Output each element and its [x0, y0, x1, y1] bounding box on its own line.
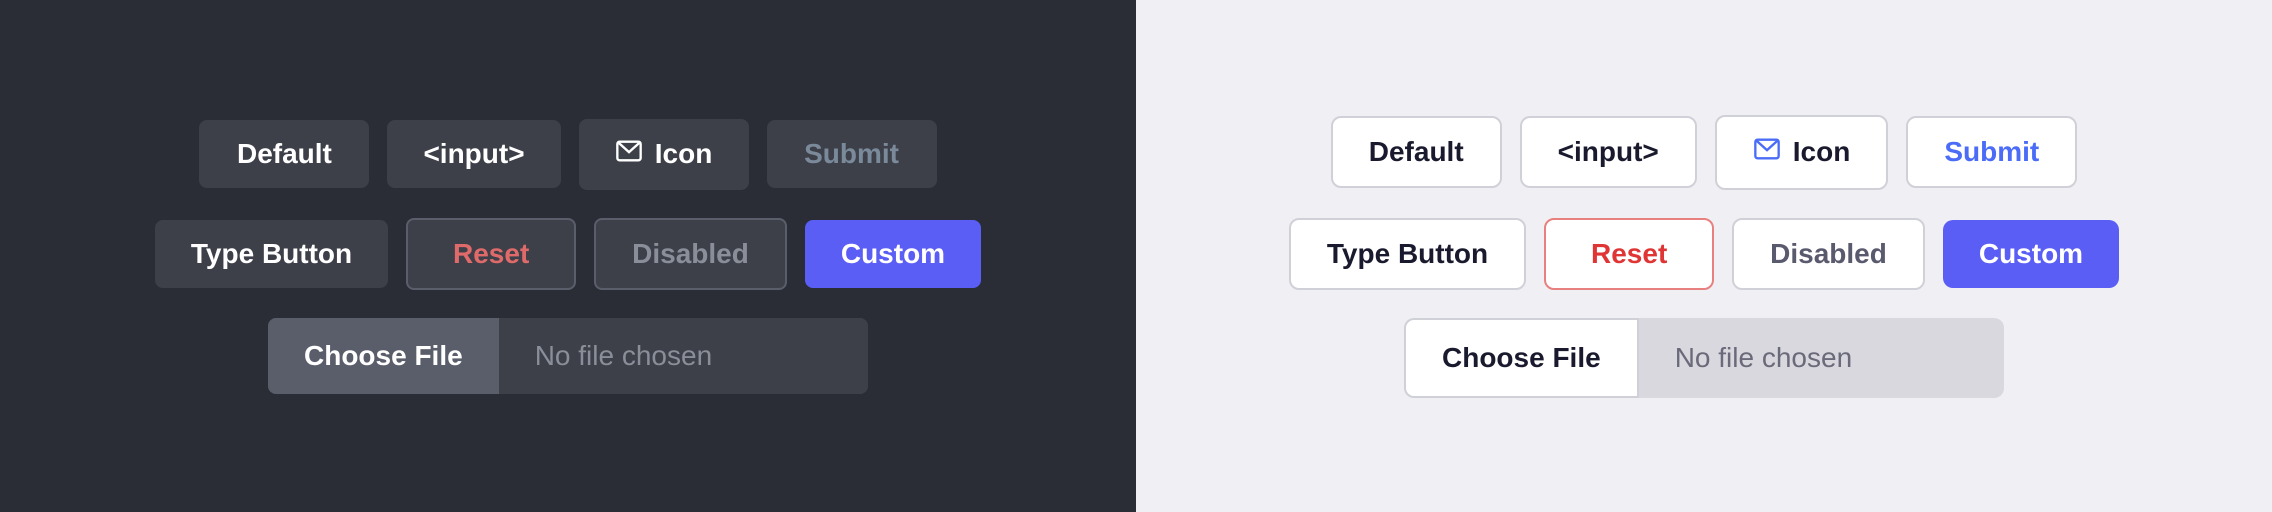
light-file-row: Choose File No file chosen [1404, 318, 2004, 398]
mail-icon-light [1753, 135, 1781, 170]
dark-icon-button-label: Icon [655, 138, 713, 170]
dark-file-row: Choose File No file chosen [268, 318, 868, 394]
light-file-input-wrapper: Choose File No file chosen [1404, 318, 2004, 398]
dark-row-1: Default <input> Icon Submit [199, 119, 936, 190]
light-default-button[interactable]: Default [1331, 116, 1502, 188]
light-no-file-label: No file chosen [1639, 320, 2004, 396]
light-row-1: Default <input> Icon Submit [1331, 115, 2077, 190]
light-reset-button[interactable]: Reset [1544, 218, 1714, 290]
light-icon-button[interactable]: Icon [1715, 115, 1889, 190]
dark-reset-button[interactable]: Reset [406, 218, 576, 290]
dark-disabled-button[interactable]: Disabled [594, 218, 787, 290]
light-disabled-button[interactable]: Disabled [1732, 218, 1925, 290]
light-submit-button[interactable]: Submit [1906, 116, 2077, 188]
dark-panel: Default <input> Icon Submit Type Button … [0, 0, 1136, 512]
dark-file-input-wrapper: Choose File No file chosen [268, 318, 868, 394]
dark-row-2: Type Button Reset Disabled Custom [155, 218, 981, 290]
dark-type-button[interactable]: Type Button [155, 220, 388, 288]
dark-choose-file-button[interactable]: Choose File [268, 318, 499, 394]
light-row-2: Type Button Reset Disabled Custom [1289, 218, 2119, 290]
light-panel: Default <input> Icon Submit Type Button … [1136, 0, 2272, 512]
dark-input-button[interactable]: <input> [387, 120, 560, 188]
dark-icon-button[interactable]: Icon [579, 119, 749, 190]
dark-default-button[interactable]: Default [199, 120, 369, 188]
dark-submit-button[interactable]: Submit [767, 120, 937, 188]
light-choose-file-button[interactable]: Choose File [1404, 318, 1639, 398]
light-custom-button[interactable]: Custom [1943, 220, 2119, 288]
dark-custom-button[interactable]: Custom [805, 220, 981, 288]
light-icon-button-label: Icon [1793, 136, 1851, 168]
dark-no-file-label: No file chosen [499, 318, 868, 394]
light-input-button[interactable]: <input> [1520, 116, 1697, 188]
mail-icon [615, 137, 643, 172]
light-type-button[interactable]: Type Button [1289, 218, 1526, 290]
